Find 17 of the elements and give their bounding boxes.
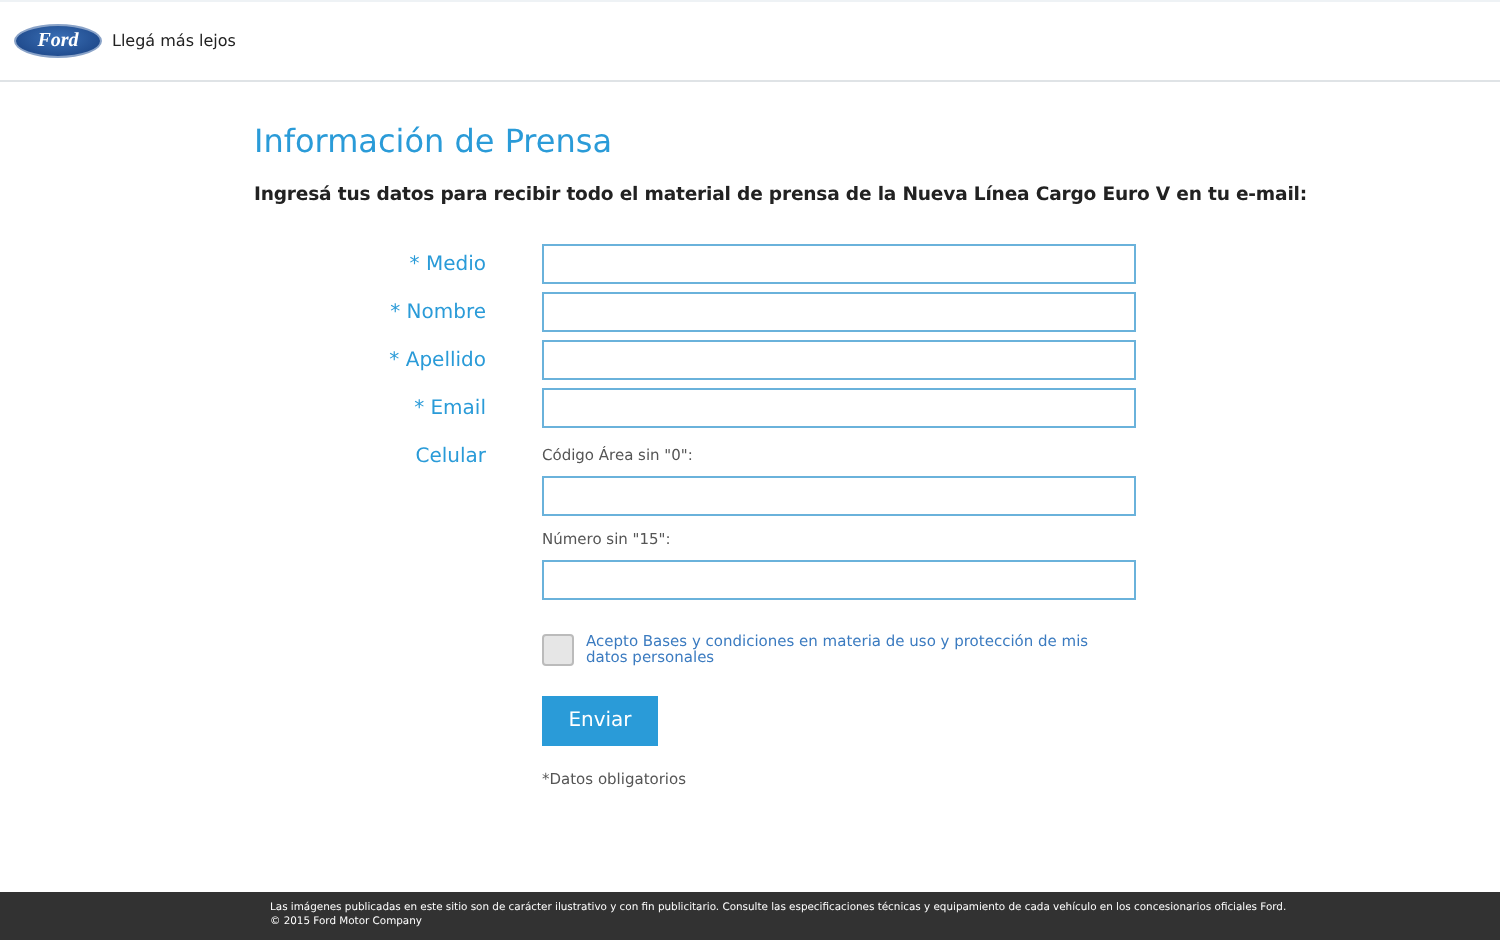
input-field[interactable] xyxy=(542,560,1136,600)
input-field[interactable] xyxy=(542,388,1136,428)
field-label: * Email xyxy=(412,396,486,424)
field-label: Celular xyxy=(413,444,486,472)
field-label: * Medio xyxy=(407,252,486,280)
field-label: * Apellido xyxy=(387,348,486,376)
ford-logo[interactable]: Ford xyxy=(14,24,102,58)
page-title: Información de Prensa xyxy=(254,122,615,162)
input-field[interactable] xyxy=(542,244,1136,284)
field-label: * Nombre xyxy=(388,300,486,328)
input-field[interactable] xyxy=(542,476,1136,516)
input-field[interactable] xyxy=(542,292,1136,332)
tagline: Llegá más lejos xyxy=(112,32,236,50)
input-field[interactable] xyxy=(542,340,1136,380)
submit-button[interactable]: Enviar xyxy=(542,695,658,745)
intro-text: Ingresá tus datos para recibir todo el material de prensa de la Nueva Línea Cargo Euro V en tu e-mail: xyxy=(254,184,1309,206)
checkbox[interactable] xyxy=(542,634,574,666)
